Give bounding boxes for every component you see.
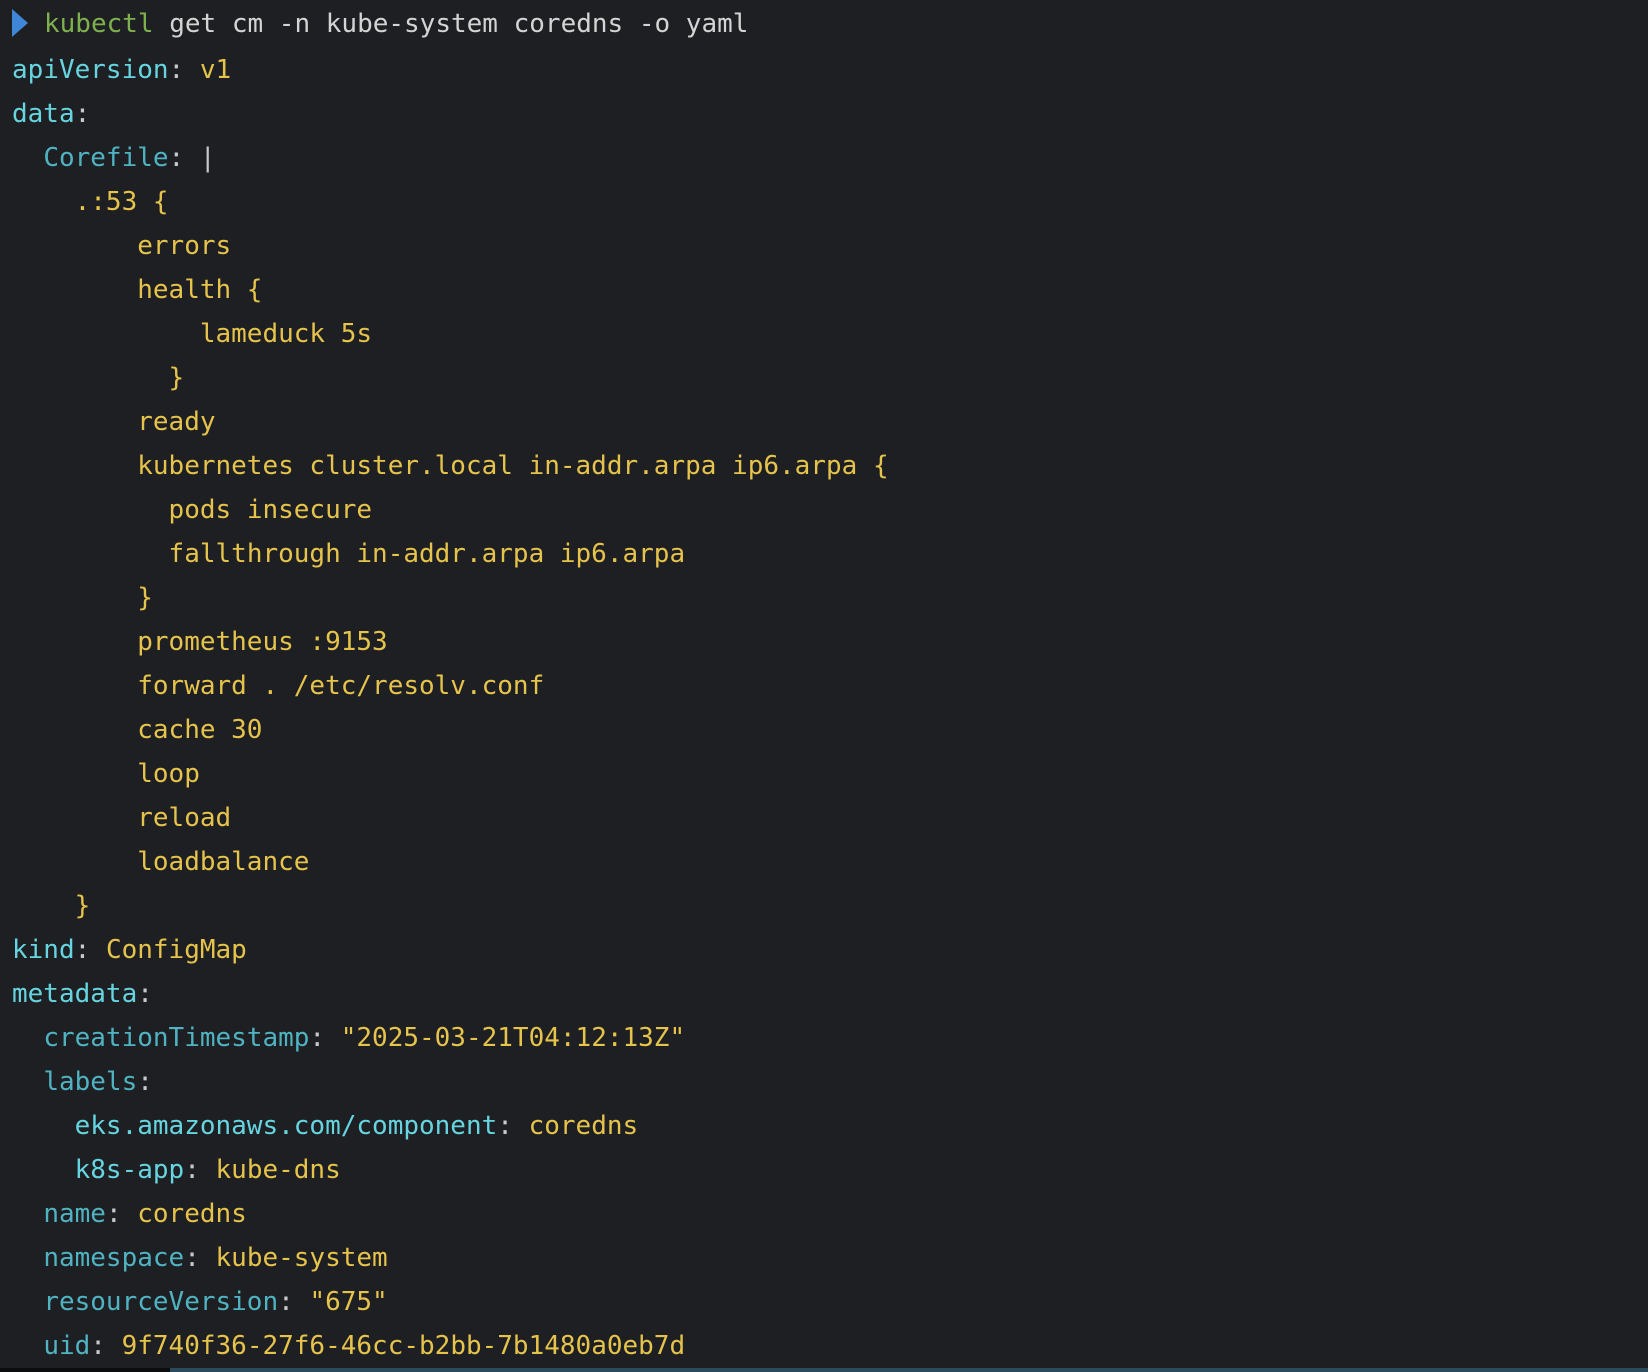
yaml-key: kind (12, 935, 75, 965)
yaml-line-data: data: (12, 99, 91, 129)
corefile-line: cache 30 (137, 715, 263, 745)
corefile-line: loadbalance (137, 847, 310, 877)
yaml-value: v1 (199, 55, 232, 85)
yaml-value: ConfigMap (105, 935, 247, 965)
block-indicator: | (199, 143, 216, 173)
corefile-line: ready (137, 407, 216, 437)
yaml-line-labels: labels: (43, 1067, 153, 1097)
corefile-line: forward . /etc/resolv.conf (137, 671, 545, 701)
yaml-key: eks.amazonaws.com/component (74, 1111, 498, 1141)
yaml-key: uid (43, 1331, 91, 1361)
yaml-line-metadata: metadata: (12, 979, 153, 1009)
corefile-line: kubernetes cluster.local in-addr.arpa ip… (137, 451, 889, 481)
yaml-line-namespace: namespace: kube-system (43, 1243, 388, 1273)
yaml-line-name: name: coredns (43, 1199, 247, 1229)
yaml-line-label-k8s-app: k8s-app: kube-dns (74, 1155, 341, 1185)
corefile-line: prometheus :9153 (137, 627, 388, 657)
corefile-line: loop (137, 759, 200, 789)
yaml-value: 9f740f36-27f6-46cc-b2bb-7b1480a0eb7d (121, 1331, 686, 1361)
yaml-line-uid: uid: 9f740f36-27f6-46cc-b2bb-7b1480a0eb7… (43, 1331, 686, 1361)
yaml-value: kube-dns (215, 1155, 341, 1185)
yaml-line-label-component: eks.amazonaws.com/component: coredns (74, 1111, 639, 1141)
yaml-key: namespace (43, 1243, 185, 1273)
yaml-key: data (12, 99, 75, 129)
corefile-line: } (168, 363, 185, 393)
yaml-key: labels (43, 1067, 138, 1097)
yaml-line-creation-timestamp: creationTimestamp: "2025-03-21T04:12:13Z… (43, 1023, 686, 1053)
corefile-line: errors (137, 231, 232, 261)
yaml-key: creationTimestamp (43, 1023, 310, 1053)
command-args: get cm -n kube-system coredns -o yaml (153, 9, 749, 39)
pane-bottom-border (0, 1368, 1648, 1372)
yaml-key: metadata (12, 979, 138, 1009)
terminal-output[interactable]: kubectl get cm -n kube-system coredns -o… (12, 0, 1648, 1372)
command-name: kubectl (44, 9, 154, 39)
yaml-value: "675" (309, 1287, 388, 1317)
corefile-line: health { (137, 275, 263, 305)
yaml-line-kind: kind: ConfigMap (12, 935, 247, 965)
corefile-line: } (74, 891, 91, 921)
yaml-line-corefile: Corefile: | (43, 143, 216, 173)
yaml-line-resource-version: resourceVersion: "675" (43, 1287, 388, 1317)
corefile-line: reload (137, 803, 232, 833)
corefile-line: fallthrough in-addr.arpa ip6.arpa (168, 539, 686, 569)
yaml-line-apiversion: apiVersion: v1 (12, 55, 232, 85)
corefile-line: .:53 { (74, 187, 169, 217)
yaml-key: resourceVersion (43, 1287, 279, 1317)
yaml-value: coredns (528, 1111, 639, 1141)
corefile-line: lameduck 5s (199, 319, 373, 349)
corefile-line: pods insecure (168, 495, 373, 525)
yaml-value: "2025-03-21T04:12:13Z" (340, 1023, 686, 1053)
corefile-line: } (137, 583, 153, 613)
yaml-key: apiVersion (12, 55, 169, 85)
prompt-line: kubectl get cm -n kube-system coredns -o… (12, 0, 1648, 48)
yaml-value: kube-system (215, 1243, 388, 1273)
yaml-key: Corefile (43, 143, 169, 173)
yaml-key: k8s-app (74, 1155, 185, 1185)
yaml-key: name (43, 1199, 106, 1229)
yaml-value: coredns (137, 1199, 247, 1229)
prompt-arrow-icon (12, 8, 28, 37)
